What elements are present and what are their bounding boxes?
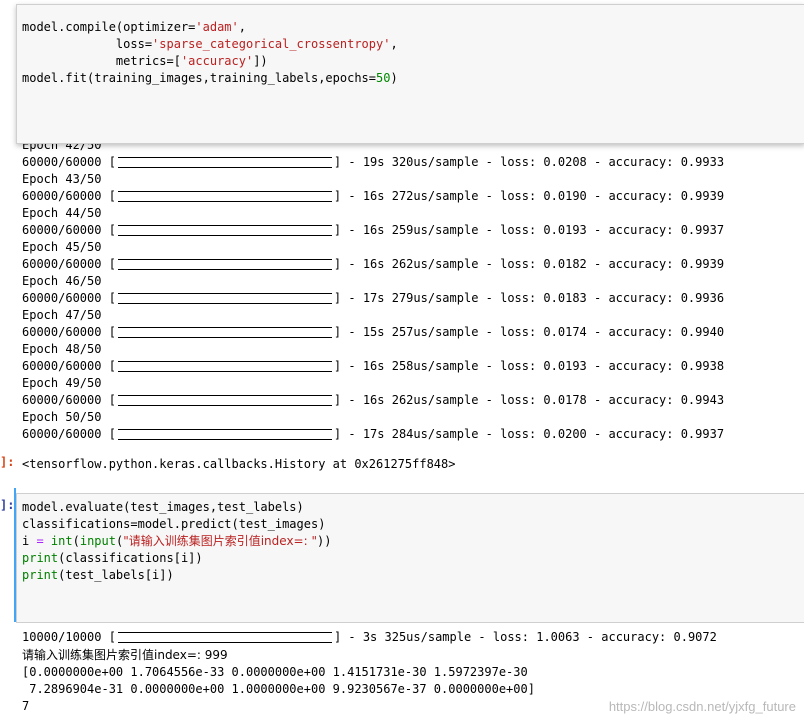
output-prompt: ]: — [0, 455, 15, 469]
code-line: model.compile(optimizer='adam', — [22, 20, 246, 34]
epoch-progress-line: 60000/60000 [] - 16s 262us/sample - loss… — [22, 393, 725, 407]
code-cell-evaluate[interactable]: model.evaluate(test_images,test_labels) … — [16, 493, 804, 623]
code-line: metrics=['accuracy']) — [22, 54, 268, 68]
epoch-progress-line: 60000/60000 [] - 16s 259us/sample - loss… — [22, 223, 725, 237]
training-output[interactable]: Epoch 42/50 60000/60000 [] - 19s 320us/sa… — [0, 142, 804, 448]
code-line: classifications=model.predict(test_image… — [22, 517, 326, 531]
input-prompt: ]: — [0, 498, 15, 512]
progress-bar — [117, 632, 332, 643]
epoch-label: Epoch 47/50 — [22, 308, 102, 322]
epoch-progress-line: 60000/60000 [] - 16s 258us/sample - loss… — [22, 359, 725, 373]
progress-bar — [117, 293, 332, 304]
epoch-progress-line: 60000/60000 [] - 16s 262us/sample - loss… — [22, 257, 725, 271]
code-line: i = int(input("请输入训练集图片索引值index=: ")) — [22, 534, 332, 548]
epoch-label: Epoch 44/50 — [22, 206, 102, 220]
epoch-label: Epoch 43/50 — [22, 172, 102, 186]
input-prompt-line: 请输入训练集图片索引值index=: 999 — [22, 648, 228, 662]
array-line: 7.2896904e-31 0.0000000e+00 1.0000000e+0… — [22, 682, 535, 696]
epoch-label: Epoch 50/50 — [22, 410, 102, 424]
epoch-label: Epoch 46/50 — [22, 274, 102, 288]
epoch-label: Epoch 49/50 — [22, 376, 102, 390]
code-line: loss='sparse_categorical_crossentropy', — [22, 37, 398, 51]
progress-bar — [117, 361, 332, 372]
code-line: print(test_labels[i]) — [22, 568, 174, 582]
code-line: model.fit(training_images,training_label… — [22, 71, 398, 85]
epoch-progress-line: 60000/60000 [] - 17s 284us/sample - loss… — [22, 427, 725, 441]
epoch-label: Epoch 48/50 — [22, 342, 102, 356]
progress-bar — [117, 259, 332, 270]
array-line: [0.0000000e+00 1.7064556e-33 0.0000000e+… — [22, 665, 528, 679]
label-output: 7 — [22, 699, 30, 713]
code-line: model.evaluate(test_images,test_labels) — [22, 500, 304, 514]
history-result: <tensorflow.python.keras.callbacks.Histo… — [22, 457, 456, 471]
watermark: https://blog.csdn.net/yjxfg_future — [608, 699, 796, 714]
epoch-progress-line: 60000/60000 [] - 17s 279us/sample - loss… — [22, 291, 725, 305]
epoch-label: Epoch 45/50 — [22, 240, 102, 254]
epoch-progress-line: 60000/60000 [] - 16s 272us/sample - loss… — [22, 189, 725, 203]
progress-bar — [117, 191, 332, 202]
progress-bar — [117, 429, 332, 440]
progress-bar — [117, 225, 332, 236]
evaluate-progress-line: 10000/10000 [] - 3s 325us/sample - loss:… — [22, 630, 717, 644]
code-line: print(classifications[i]) — [22, 551, 203, 565]
epoch-progress-line: 60000/60000 [] - 15s 257us/sample - loss… — [22, 325, 725, 339]
progress-bar — [117, 157, 332, 168]
epoch-progress-line: 60000/60000 [] - 19s 320us/sample - loss… — [22, 155, 725, 169]
progress-bar — [117, 327, 332, 338]
progress-bar — [117, 395, 332, 406]
code-cell-compile-fit[interactable]: model.compile(optimizer='adam', loss='sp… — [16, 4, 804, 144]
